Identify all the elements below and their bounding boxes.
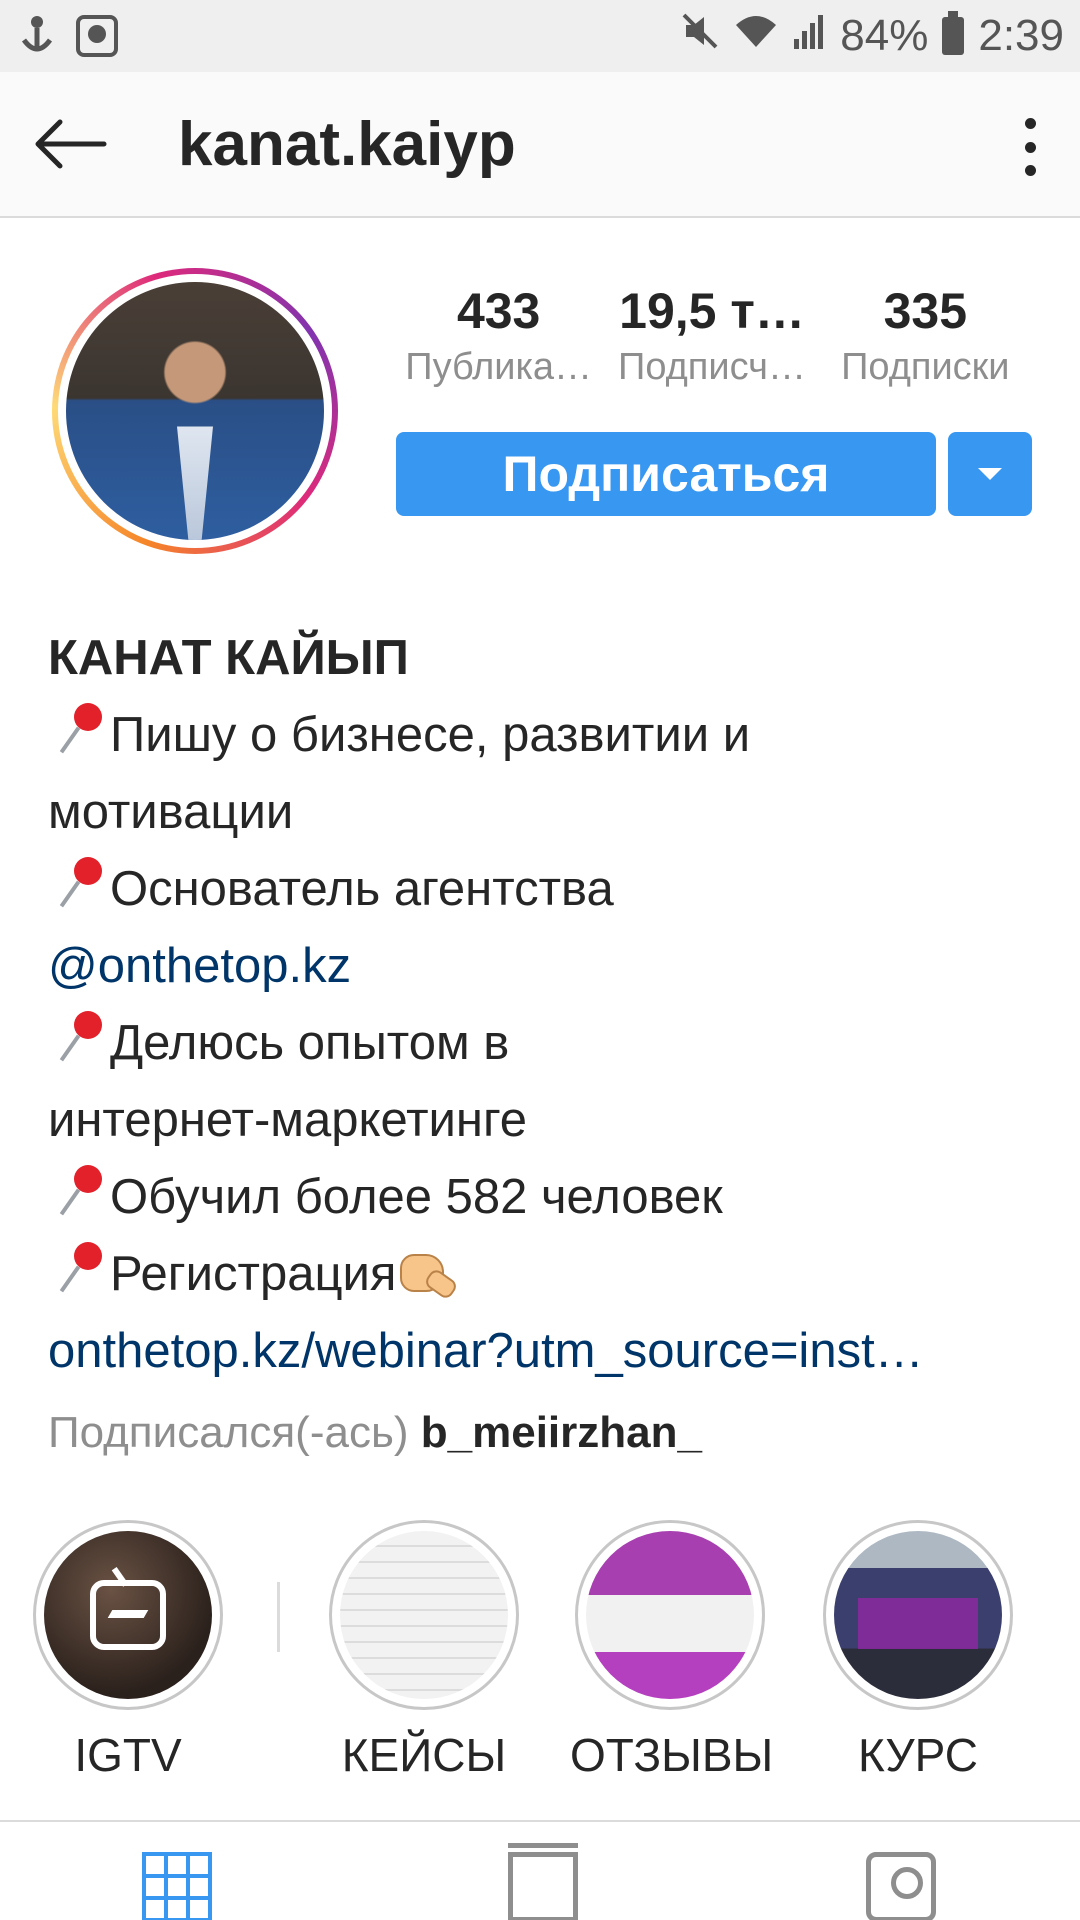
follow-button[interactable]: Подписаться [396,432,936,516]
suggestions-dropdown-button[interactable] [948,432,1032,516]
wifi-icon [734,11,778,62]
anchor-icon [20,14,54,59]
mute-icon [680,11,720,62]
bio-line: интернет-маркетинге [48,1093,527,1147]
back-arrow-icon [35,119,107,169]
posts-stat[interactable]: 433 Публика… [392,282,605,389]
bio-line: Обучил более 582 человек [110,1170,723,1224]
igtv-icon [90,1580,166,1650]
followed-by-user: b_meiirzhan_ [420,1408,702,1457]
highlights-divider [277,1582,280,1652]
highlight-cover [834,1531,1002,1699]
bio-line: мотивации [48,785,294,839]
more-options-button[interactable] [1010,112,1050,182]
highlight-cover [340,1531,508,1699]
profile-stats: 433 Публика… 19,5 т… Подписч… 335 Подпис… [392,282,1032,389]
profile-content-tabs [0,1820,1080,1920]
pushpin-icon [48,697,110,757]
highlight-igtv[interactable]: IGTV [28,1520,228,1782]
followers-count: 19,5 т… [619,283,805,339]
grid-view-icon[interactable] [142,1852,212,1920]
mention-link[interactable]: @onthetop.kz [48,928,1038,1005]
avatar [66,282,324,540]
pushpin-icon [48,1005,110,1065]
clock: 2:39 [978,11,1064,60]
pushpin-icon [48,1236,110,1296]
story-highlights: IGTV КЕЙСЫ ОТЗЫВЫ КУРС [0,1520,1080,1782]
profile-bio: КАНАТ КАЙЫП Пишу о бизнесе, развитии и м… [48,620,1038,1471]
highlight-label: IGTV [74,1729,182,1781]
highlight-reviews[interactable]: ОТЗЫВЫ [570,1520,774,1782]
followed-by[interactable]: Подписался(-ась) b_meiirzhan_ [48,1394,1038,1471]
avatar-story-ring[interactable] [52,268,338,554]
profile-username-title: kanat.kaiyp [178,109,516,179]
highlight-cover [586,1531,754,1699]
posts-count: 433 [456,283,541,339]
highlight-label: КЕЙСЫ [341,1729,507,1781]
posts-label: Публика… [405,346,593,388]
status-bar: 84% 2:39 [0,0,1080,72]
pointing-down-hand-icon [396,1248,456,1298]
following-stat[interactable]: 335 Подписки [819,282,1032,389]
full-name: КАНАТ КАЙЫП [48,631,409,685]
highlight-label: КУРС [858,1729,978,1781]
battery-percent: 84% [840,11,929,60]
pushpin-icon [48,1159,110,1219]
highlight-label: ОТЗЫВЫ [570,1729,774,1781]
bio-line: Основатель агентства [110,862,614,916]
more-vertical-icon [1024,118,1036,129]
following-count: 335 [883,283,968,339]
caret-down-icon [978,468,1002,480]
back-button[interactable] [0,71,140,217]
following-label: Подписки [841,346,1010,388]
top-nav-bar: kanat.kaiyp [0,72,1080,218]
bio-line: Регистрация [110,1247,397,1301]
signal-icon [792,11,826,62]
bio-line: Делюсь опытом в [110,1016,510,1070]
highlight-cases[interactable]: КЕЙСЫ [324,1520,524,1782]
battery-icon [942,11,965,55]
feed-view-icon[interactable] [508,1843,578,1920]
followed-by-prefix: Подписался(-ась) [48,1408,409,1457]
download-icon [76,15,118,57]
bio-line: Пишу о бизнесе, развитии и [110,708,751,762]
pushpin-icon [48,851,110,911]
highlight-course[interactable]: КУРС [818,1520,1018,1782]
website-link[interactable]: onthetop.kz/webinar?utm_source=inst… [48,1313,1038,1390]
followers-label: Подписч… [618,346,806,388]
tagged-photos-icon[interactable] [866,1852,936,1920]
followers-stat[interactable]: 19,5 т… Подписч… [605,282,818,389]
